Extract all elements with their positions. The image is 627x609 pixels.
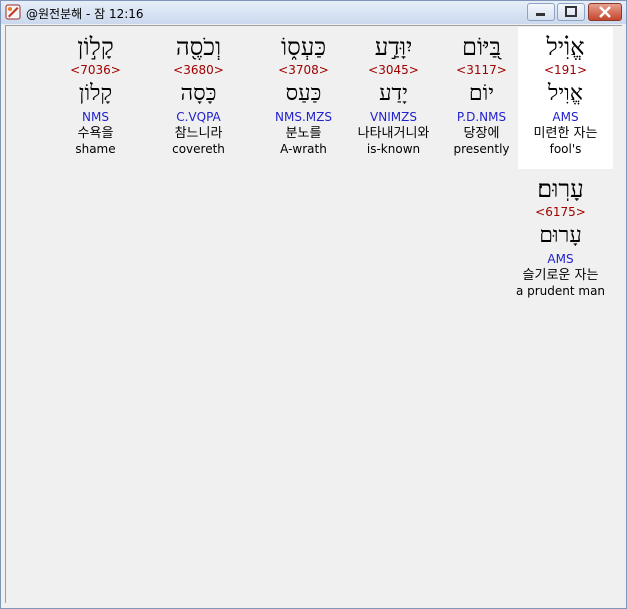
strong-number[interactable]: <3708> (256, 63, 351, 77)
hebrew-word: וְכֹסֶ֖ה (175, 33, 222, 61)
minimize-button[interactable] (527, 3, 555, 21)
word-block[interactable]: וְכֹסֶ֖ה <3680> כָּסָה C.VQPA 참느니라 cover… (151, 27, 246, 157)
hebrew-lemma: אֱוִיל (548, 81, 583, 106)
hebrew-word: יִוָּדַ֣ע (374, 33, 413, 61)
english-gloss: shame (75, 142, 116, 156)
hebrew-lemma: קָלוֹן (78, 81, 113, 106)
morph-code: NMS.MZS (275, 110, 332, 124)
hebrew-lemma: יוֹם (468, 81, 495, 106)
close-button[interactable] (588, 3, 622, 21)
strong-number[interactable]: <7036> (48, 63, 143, 77)
korean-gloss: 나타내거니와 (357, 126, 430, 141)
strong-number[interactable]: <191> (518, 63, 613, 77)
english-gloss: is-known (366, 142, 421, 156)
minimize-icon (536, 13, 545, 16)
morph-code: AMS (552, 110, 579, 124)
hebrew-word: בַּ֭יּוֹם (462, 33, 501, 61)
maximize-button[interactable] (557, 3, 585, 21)
maximize-icon (565, 6, 577, 17)
english-gloss: a prudent man (515, 284, 606, 298)
strong-number[interactable]: <3117> (434, 63, 529, 77)
morph-code: NMS (82, 110, 109, 124)
morph-code: P.D.NMS (456, 110, 507, 124)
hebrew-word: כַּעְס֑וֹ (280, 33, 327, 61)
korean-gloss: 분노를 (285, 126, 322, 141)
hebrew-word: קָל֣וֹן (77, 33, 114, 61)
word-block[interactable]: קָל֣וֹן <7036> קָלוֹן NMS 수욕을 shame (48, 27, 143, 157)
morph-code: C.VQPA (176, 110, 221, 124)
strong-number[interactable]: <3680> (151, 63, 246, 77)
app-window: @원전분해 - 잠 12:16 אֱוִ֗יל <191> אֱוִיל AMS… (0, 0, 627, 609)
morph-code: AMS (547, 252, 574, 266)
english-gloss: A-wrath (280, 142, 327, 156)
word-block[interactable]: כַּעְס֑וֹ <3708> כַּעַס NMS.MZS 분노를 A-wr… (256, 27, 351, 157)
word-block[interactable]: יִוָּדַ֣ע <3045> יָדַע VNIMZS 나타내거니와 is-… (346, 27, 441, 157)
hebrew-lemma: כַּעַס (285, 81, 322, 106)
app-icon (5, 4, 21, 20)
word-block[interactable]: עָרֽוּם׃ <6175> עָרוּם AMS 슬기로운 자는 a pru… (508, 171, 613, 299)
title-bar[interactable]: @원전분해 - 잠 12:16 (1, 1, 626, 24)
close-icon (599, 6, 611, 18)
korean-gloss: 참느니라 (174, 126, 223, 141)
hebrew-word: עָרֽוּם׃ (537, 175, 584, 203)
hebrew-word: אֱוִ֗יל (546, 33, 585, 61)
korean-gloss: 슬기로운 자는 (522, 268, 599, 283)
strong-number[interactable]: <3045> (346, 63, 441, 77)
hebrew-lemma: יָדַע (379, 81, 408, 106)
english-gloss: fool's (549, 142, 582, 156)
morph-code: VNIMZS (370, 110, 417, 124)
english-gloss: covereth (172, 142, 225, 156)
strong-number[interactable]: <6175> (508, 205, 613, 219)
hebrew-lemma: כָּסָה (180, 81, 217, 106)
korean-gloss: 수욕을 (77, 126, 114, 141)
analysis-panel[interactable]: אֱוִ֗יל <191> אֱוִיל AMS 미련한 자는 fool's ב… (5, 25, 622, 603)
korean-gloss: 당장에 (463, 126, 500, 141)
english-gloss: presently (453, 142, 510, 156)
word-block[interactable]: בַּ֭יּוֹם <3117> יוֹם P.D.NMS 당장에 presen… (434, 27, 529, 157)
korean-gloss: 미련한 자는 (533, 126, 598, 141)
window-title: @원전분해 - 잠 12:16 (26, 7, 144, 21)
hebrew-lemma: עָרוּם (539, 223, 582, 248)
word-block[interactable]: אֱוִ֗יל <191> אֱוִיל AMS 미련한 자는 fool's (518, 27, 613, 169)
